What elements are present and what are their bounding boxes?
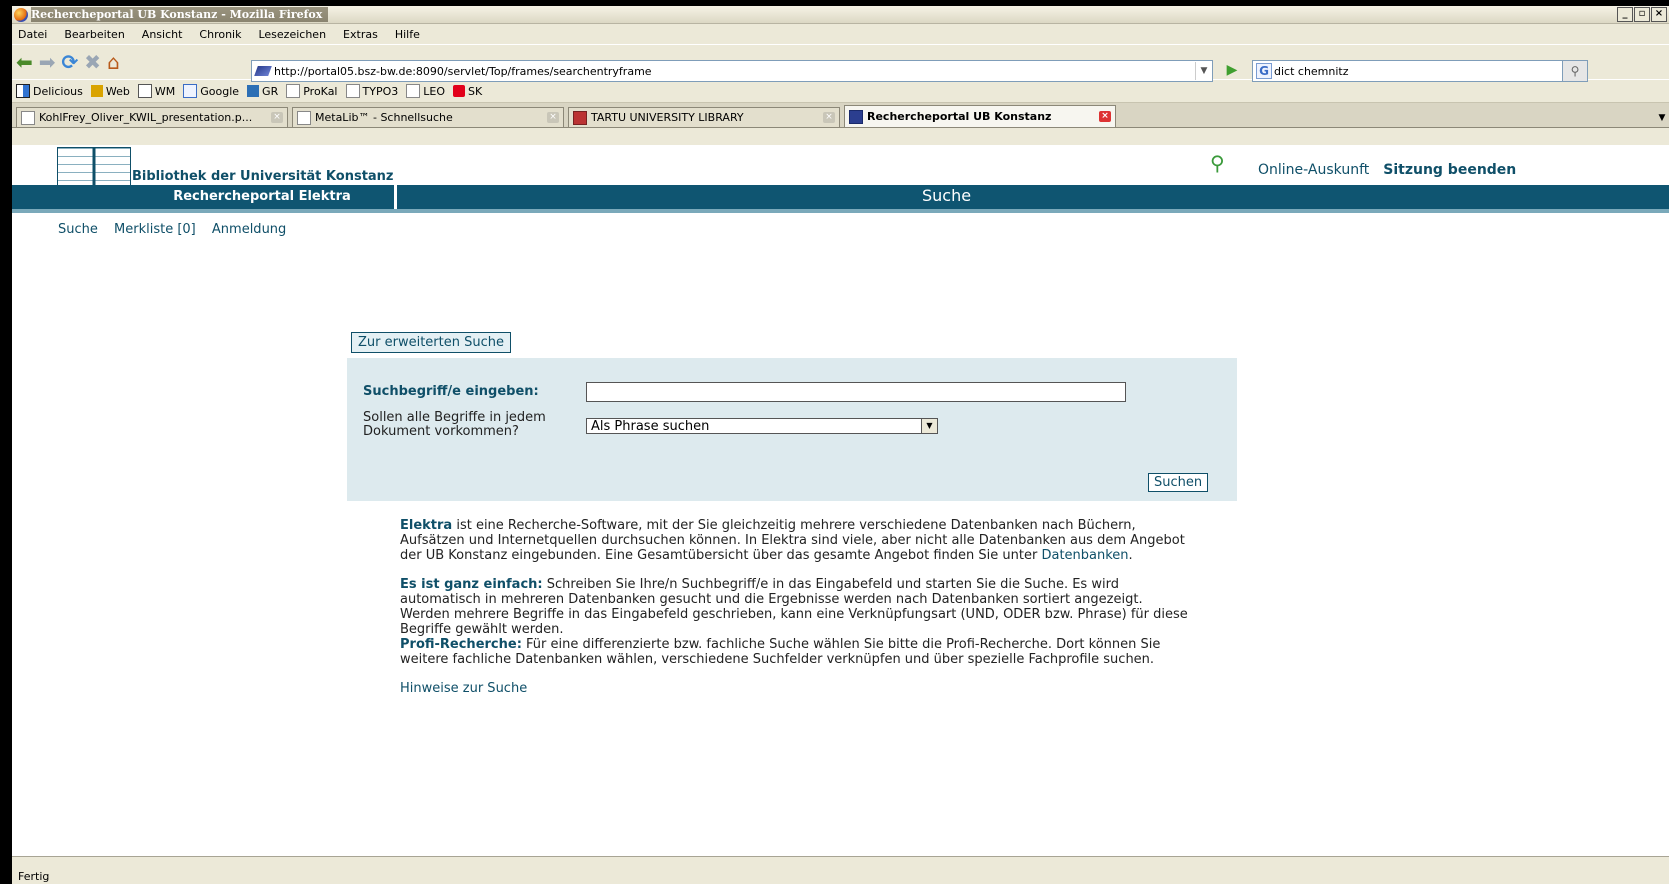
site-icon	[849, 109, 863, 124]
library-icon	[90, 85, 103, 97]
stop-icon[interactable]: ✖	[84, 50, 101, 74]
bookmark-gr[interactable]: GR	[247, 85, 278, 98]
online-help-icon[interactable]: ⚲	[1210, 151, 1225, 175]
reload-icon[interactable]: ⟳	[62, 50, 79, 74]
bookmark-leo[interactable]: LEO	[406, 84, 445, 98]
google-icon[interactable]: G	[1256, 63, 1272, 79]
delicious-icon	[16, 84, 30, 98]
search-button[interactable]: Suchen	[1148, 473, 1209, 492]
close-icon[interactable]: ×	[1651, 7, 1667, 22]
bookmark-prokal[interactable]: ProKal	[286, 84, 338, 98]
forward-icon[interactable]: ➡	[39, 50, 56, 74]
url-text: http://portal05.bsz-bw.de:8090/servlet/T…	[274, 64, 652, 78]
end-session-link[interactable]: Sitzung beenden	[1383, 162, 1516, 178]
section-title: Suche	[922, 186, 972, 205]
page-icon	[21, 110, 35, 125]
restore-icon[interactable]: ▫	[1634, 7, 1650, 22]
portal-title: Rechercheportal Elektra	[130, 185, 397, 209]
chevron-down-icon[interactable]: ▼	[921, 419, 937, 433]
menu-bar: Datei Bearbeiten Ansicht Chronik Lesezei…	[12, 24, 1669, 44]
close-tab-icon[interactable]: ×	[547, 112, 559, 123]
library-name: Bibliothek der Universität Konstanz	[132, 169, 394, 184]
back-icon[interactable]: ⬅	[16, 50, 33, 74]
online-auskunft-link[interactable]: Online-Auskunft	[1258, 162, 1369, 178]
site-icon	[254, 66, 272, 76]
bookmark-sk[interactable]: SK	[452, 85, 482, 98]
mode-label: Sollen alle Begriffe in jedem Dokument v…	[363, 410, 546, 439]
bookmark-google[interactable]: Google	[183, 84, 239, 98]
tab-tartu[interactable]: TARTU UNIVERSITY LIBRARY ×	[568, 107, 840, 127]
home-icon[interactable]: ⌂	[107, 50, 120, 74]
status-bar: Fertig	[12, 856, 1669, 884]
tab-bar: KohlFrey_Oliver_KWIL_presentation.p... ×…	[12, 103, 1669, 128]
menu-extras[interactable]: Extras	[343, 28, 378, 41]
status-text: Fertig	[18, 870, 50, 883]
mail-icon	[137, 84, 152, 98]
bookmark-wm[interactable]: WM	[137, 84, 175, 98]
window-title: Rechercheportal UB Konstanz - Mozilla Fi…	[31, 7, 329, 22]
close-tab-icon[interactable]: ×	[823, 112, 835, 123]
menu-ansicht[interactable]: Ansicht	[142, 28, 183, 41]
bookmarks-bar: Delicious Web WM Google GR ProKal TYPO3 …	[12, 79, 1669, 103]
bookmark-typo3[interactable]: TYPO3	[345, 84, 398, 98]
tab-list-icon[interactable]: ▼	[1655, 113, 1669, 123]
info-paragraph-profi: Profi-Recherche: Für eine differenzierte…	[400, 637, 1161, 667]
menu-bearbeiten[interactable]: Bearbeiten	[64, 28, 124, 41]
url-dropdown-icon[interactable]: ▼	[1195, 62, 1212, 80]
window-controls: _ ▫ ×	[1617, 7, 1667, 22]
tab-metalib[interactable]: MetaLib™ - Schnellsuche ×	[292, 107, 564, 127]
nav-suche[interactable]: Suche	[58, 222, 98, 237]
close-tab-icon[interactable]: ×	[1099, 111, 1111, 122]
web-search-field[interactable]: G dict chemnitz	[1252, 60, 1564, 82]
minimize-icon[interactable]: _	[1617, 7, 1633, 22]
info-paragraph-simple: Es ist ganz einfach: Schreiben Sie Ihre/…	[400, 577, 1188, 637]
page-content: Bibliothek der Universität Konstanz ⚲ On…	[12, 145, 1669, 856]
info-paragraph-elektra: Elektra ist eine Recherche-Software, mit…	[400, 518, 1185, 563]
books-icon	[573, 110, 587, 125]
hints-paragraph: Hinweise zur Suche	[400, 681, 1190, 696]
menu-chronik[interactable]: Chronik	[199, 28, 241, 41]
menu-lesezeichen[interactable]: Lesezeichen	[258, 28, 326, 41]
feed-icon	[247, 85, 260, 97]
bookmark-delicious[interactable]: Delicious	[16, 84, 83, 98]
header-band: Rechercheportal Elektra Suche	[12, 185, 1669, 209]
menu-datei[interactable]: Datei	[18, 28, 47, 41]
web-search-value: dict chemnitz	[1274, 64, 1349, 78]
title-bar: Rechercheportal UB Konstanz - Mozilla Fi…	[12, 6, 1669, 24]
nav-anmeldung[interactable]: Anmeldung	[212, 222, 286, 237]
nav-merkliste[interactable]: Merkliste [0]	[114, 222, 196, 237]
top-links: Online-Auskunft Sitzung beenden	[1258, 162, 1516, 178]
sub-navigation: Suche Merkliste [0] Anmeldung	[58, 222, 298, 237]
browser-window: Rechercheportal UB Konstanz - Mozilla Fi…	[12, 6, 1669, 884]
search-term-label: Suchbegriff/e eingeben:	[363, 384, 539, 399]
search-mode-value: Als Phrase suchen	[591, 419, 710, 434]
hints-link[interactable]: Hinweise zur Suche	[400, 681, 527, 696]
sparkasse-icon	[452, 85, 465, 97]
search-input[interactable]	[586, 382, 1126, 402]
datenbanken-link[interactable]: Datenbanken	[1041, 548, 1128, 563]
tab-presentation[interactable]: KohlFrey_Oliver_KWIL_presentation.p... ×	[16, 107, 288, 127]
search-panel: Suchbegriff/e eingeben: Sollen alle Begr…	[347, 358, 1237, 501]
page-icon	[406, 84, 421, 98]
page-icon	[297, 110, 311, 125]
header-stripe	[12, 209, 1669, 213]
page-icon	[286, 84, 301, 98]
go-icon[interactable]: ▶	[1222, 60, 1242, 80]
page-icon	[345, 84, 360, 98]
bookmark-web[interactable]: Web	[90, 85, 130, 98]
advanced-search-button[interactable]: Zur erweiterten Suche	[351, 332, 511, 353]
close-tab-icon[interactable]: ×	[271, 112, 283, 123]
firefox-icon	[14, 7, 28, 22]
magnifier-icon[interactable]: ⚲	[1562, 60, 1588, 82]
google-icon	[183, 84, 198, 98]
menu-hilfe[interactable]: Hilfe	[395, 28, 420, 41]
info-text: Elektra ist eine Recherche-Software, mit…	[400, 518, 1190, 710]
url-bar[interactable]: http://portal05.bsz-bw.de:8090/servlet/T…	[251, 60, 1213, 82]
tab-rechercheportal[interactable]: Rechercheportal UB Konstanz ×	[844, 105, 1116, 127]
search-mode-select[interactable]: Als Phrase suchen ▼	[586, 418, 938, 434]
